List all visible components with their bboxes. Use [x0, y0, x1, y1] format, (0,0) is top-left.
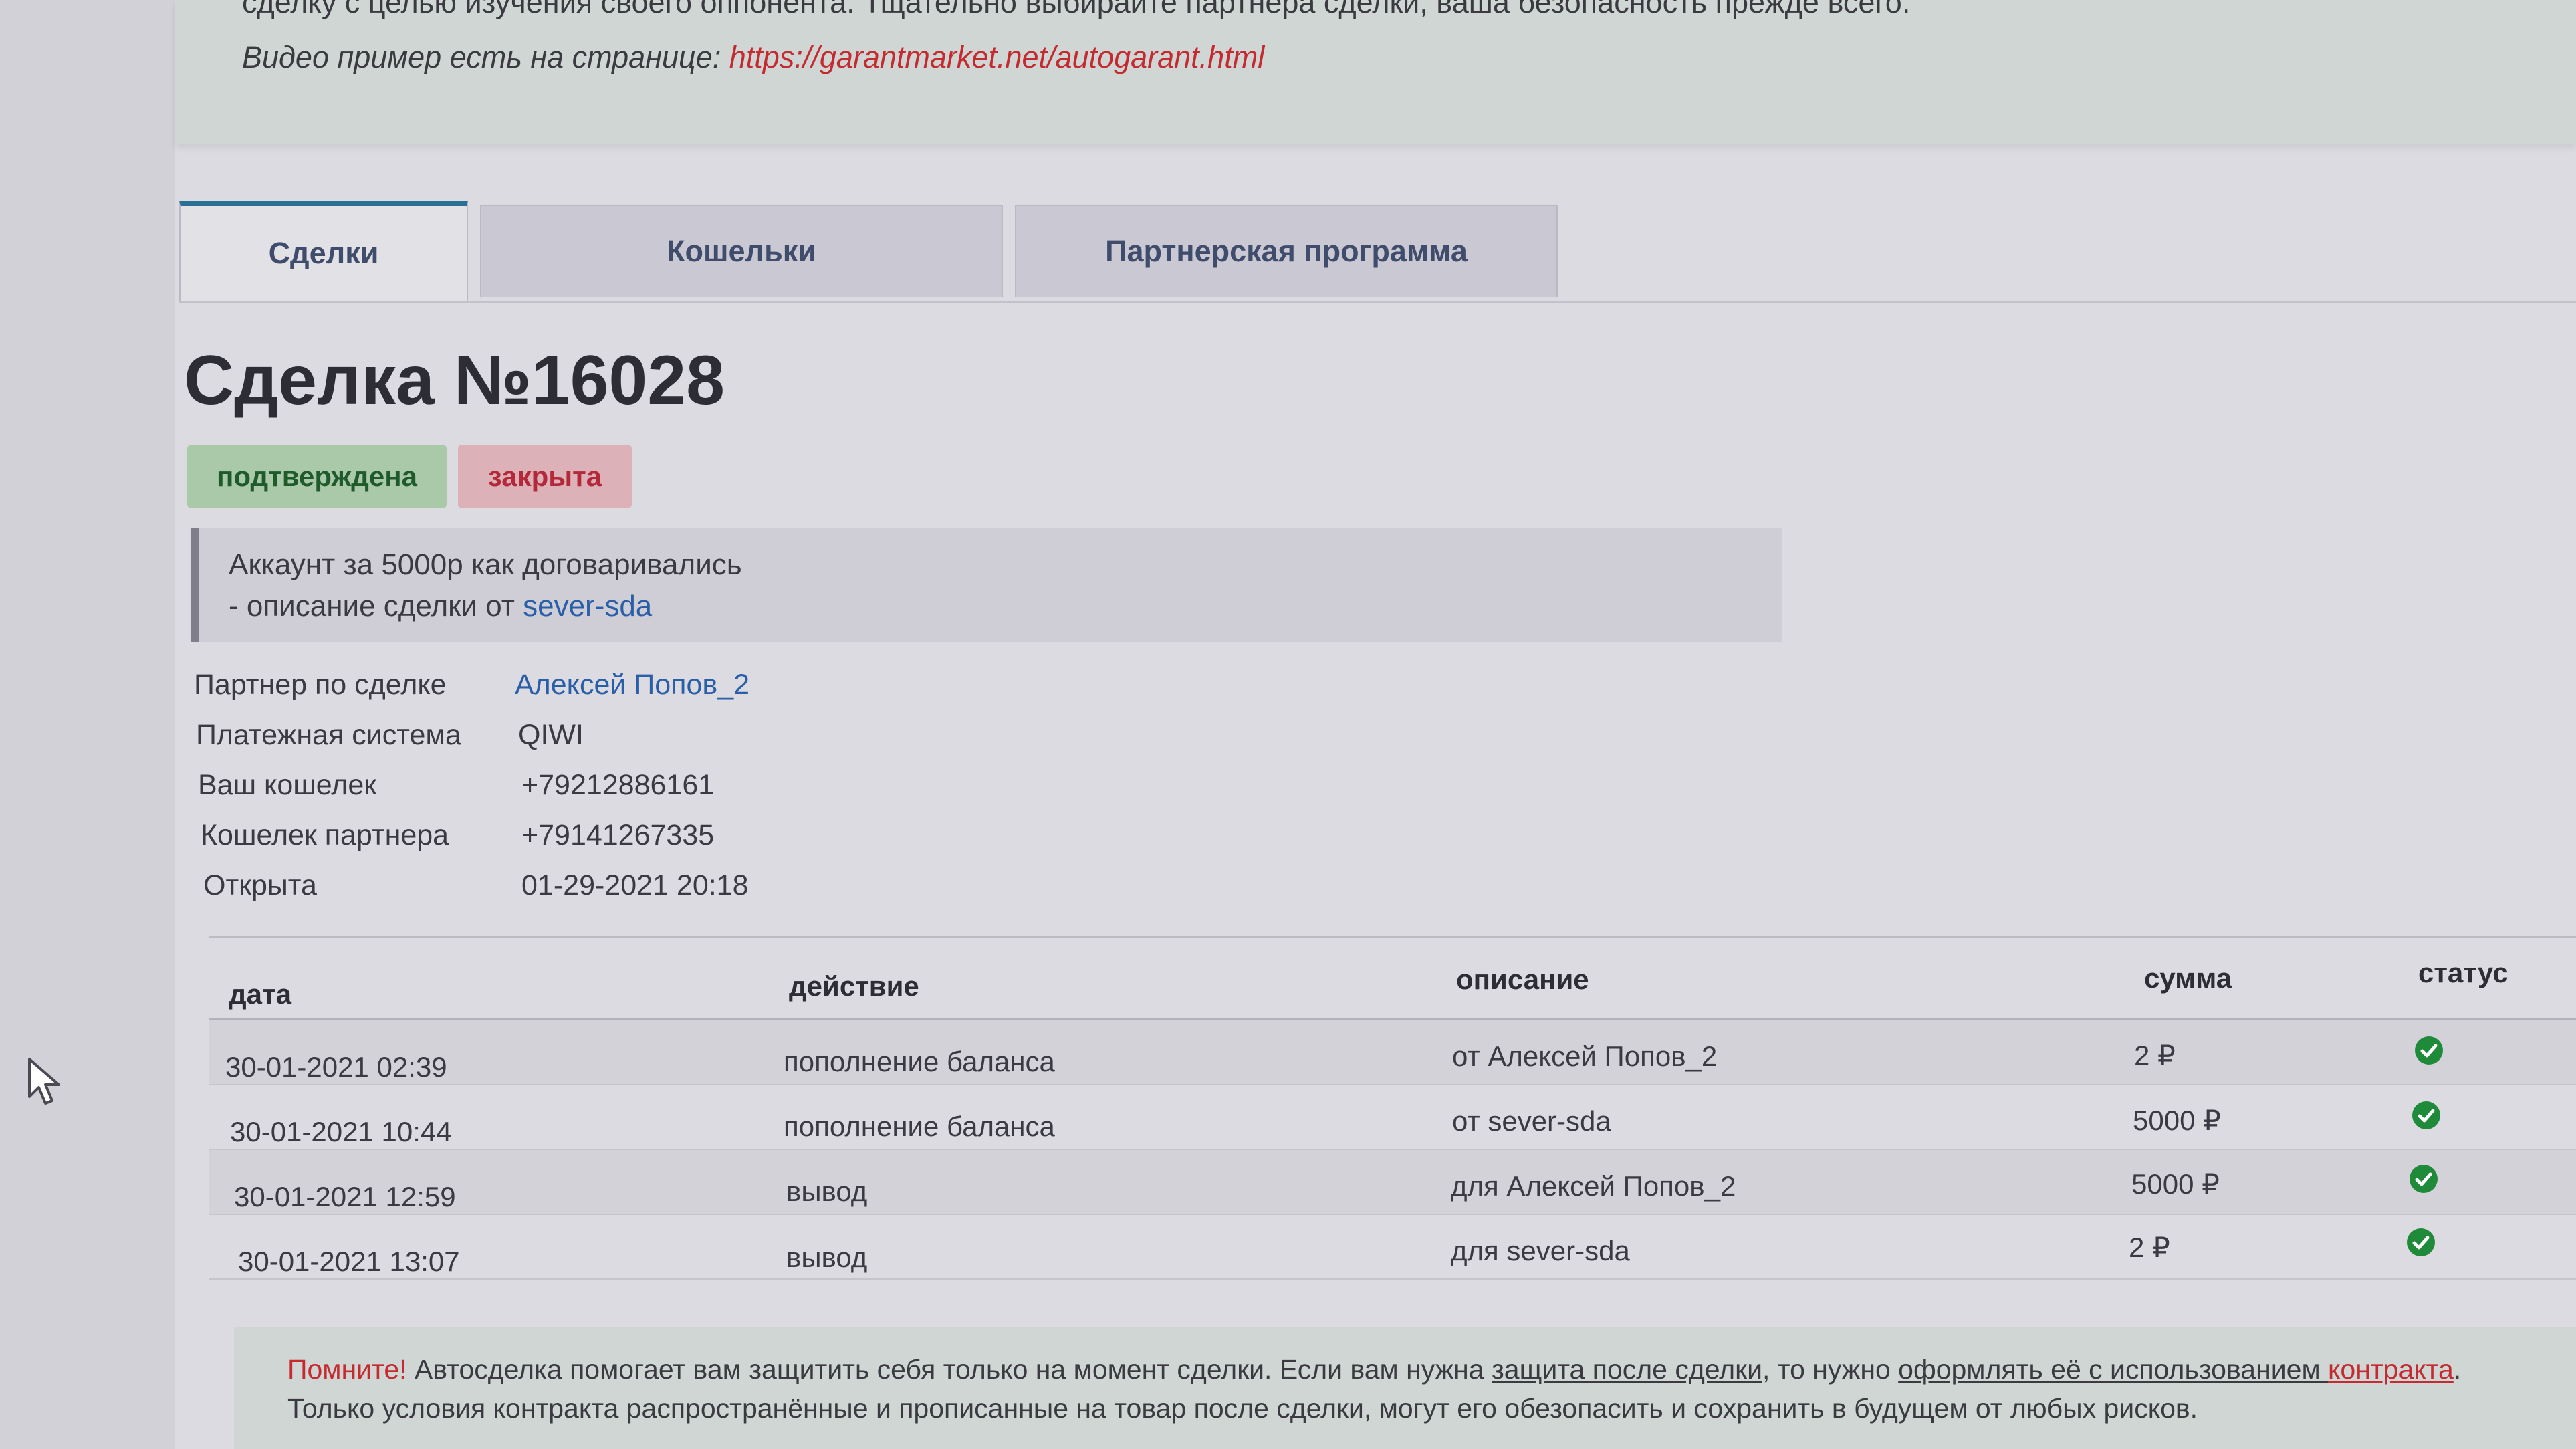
top-notice-video-prefix: Видео пример есть на странице:	[242, 40, 729, 74]
check-icon	[2412, 1101, 2440, 1129]
deal-description-text: Аккаунт за 5000р как договаривались	[229, 548, 742, 581]
contract-usage-link[interactable]: оформлять её с использованием	[1898, 1354, 2328, 1385]
cell-status	[2412, 1101, 2440, 1137]
info-label: Кошелек партнера	[201, 819, 449, 851]
table-row: 30-01-2021 10:44 пополнение баланса от s…	[209, 1085, 2576, 1150]
autogarant-link[interactable]: https://garantmarket.net/autogarant.html	[729, 40, 1264, 74]
deal-description: Аккаунт за 5000р как договаривались - оп…	[191, 528, 1782, 642]
cell-description: для sever-sda	[1451, 1235, 1630, 1266]
page-title: Сделка №16028	[184, 342, 725, 419]
table-row: 30-01-2021 13:07 вывод для sever-sda 2 ₽	[209, 1215, 2576, 1280]
table-header: дата действие описание сумма статус	[209, 938, 2576, 1018]
column-header-sum: сумма	[2144, 962, 2232, 994]
tab-deals[interactable]: Сделки	[179, 201, 468, 301]
bottom-notice-text-b: , то нужно	[1762, 1354, 1899, 1385]
deal-description-author-prefix: - описание сделки от	[229, 590, 523, 623]
cell-description: от sever-sda	[1452, 1105, 1611, 1137]
bottom-notice-text-c: .	[2453, 1354, 2462, 1385]
info-value: +79212886161	[521, 769, 715, 801]
cell-action: пополнение баланса	[784, 1046, 1055, 1077]
bottom-notice-line2: Только условия контракта распространённы…	[287, 1393, 2198, 1424]
bottom-notice: Помните! Автосделка помогает вам защитит…	[234, 1327, 2576, 1449]
bottom-notice-line1: Помните! Автосделка помогает вам защитит…	[287, 1354, 2461, 1385]
status-badge-closed: закрыта	[458, 445, 632, 508]
cell-description: от Алексей Попов_2	[1452, 1040, 1718, 1072]
cell-date: 30-01-2021 13:07	[238, 1246, 460, 1277]
deal-description-author-link[interactable]: sever-sda	[523, 590, 652, 623]
info-value: 01-29-2021 20:18	[521, 869, 749, 901]
cell-status	[2415, 1036, 2443, 1073]
info-value: +79141267335	[521, 819, 715, 851]
check-icon	[2407, 1228, 2435, 1256]
cell-sum: 2 ₽	[2134, 1040, 2176, 1071]
tab-partner-program[interactable]: Партнерская программа	[1015, 205, 1558, 297]
mouse-cursor-icon	[28, 1058, 60, 1105]
contract-link[interactable]: контракта	[2328, 1354, 2454, 1385]
table-row: 30-01-2021 02:39 пополнение баланса от А…	[209, 1020, 2576, 1085]
info-label: Платежная система	[196, 719, 461, 751]
check-icon	[2410, 1165, 2438, 1193]
remember-label: Помните!	[287, 1354, 407, 1385]
info-label: Ваш кошелек	[198, 769, 377, 801]
partner-link[interactable]: Алексей Попов_2	[515, 669, 749, 701]
check-icon	[2415, 1036, 2443, 1065]
top-notice: сделку с целью изучения своего оппонента…	[175, 0, 2576, 144]
top-notice-video: Видео пример есть на странице: https://g…	[242, 40, 1264, 75]
cell-date: 30-01-2021 02:39	[225, 1051, 447, 1083]
cell-action: пополнение баланса	[784, 1111, 1055, 1142]
column-header-date: дата	[229, 978, 291, 1010]
cell-date: 30-01-2021 12:59	[234, 1181, 456, 1212]
column-header-description: описание	[1456, 964, 1589, 995]
deal-description-author-line: - описание сделки от sever-sda	[229, 590, 652, 623]
top-notice-text: сделку с целью изучения своего оппонента…	[242, 0, 1911, 19]
info-label: Открыта	[203, 869, 317, 901]
column-header-status: статус	[2418, 957, 2508, 988]
cell-action: вывод	[786, 1176, 868, 1207]
table-row: 30-01-2021 12:59 вывод для Алексей Попов…	[209, 1150, 2576, 1215]
cell-sum: 5000 ₽	[2131, 1168, 2220, 1200]
cell-status	[2407, 1228, 2435, 1264]
protection-after-deal-link[interactable]: защита после сделки	[1492, 1354, 1762, 1385]
cell-description: для Алексей Попов_2	[1451, 1170, 1736, 1202]
cell-date: 30-01-2021 10:44	[230, 1116, 452, 1147]
info-label: Партнер по сделке	[194, 669, 447, 701]
tab-wallets[interactable]: Кошельки	[480, 205, 1003, 297]
cell-sum: 5000 ₽	[2133, 1105, 2221, 1136]
status-badge-confirmed: подтверждена	[187, 445, 447, 508]
left-gutter	[0, 0, 175, 1449]
cell-sum: 2 ₽	[2129, 1232, 2170, 1263]
column-header-action: действие	[789, 970, 919, 1002]
bottom-notice-text-a: Автосделка помогает вам защитить себя то…	[406, 1354, 1492, 1385]
info-value: QIWI	[518, 719, 584, 751]
tab-bar: Сделки Кошельки Партнерская программа	[179, 201, 2576, 303]
cell-action: вывод	[786, 1242, 868, 1273]
cell-status	[2410, 1165, 2438, 1201]
